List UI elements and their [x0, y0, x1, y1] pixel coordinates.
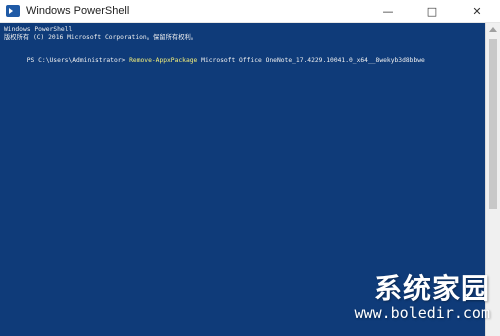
command-prompt: PS C:\Users\Administrator>: [26, 57, 130, 64]
console-copyright-line: 版权所有 (C) 2016 Microsoft Corporation。保留所有…: [4, 34, 198, 41]
scroll-up-icon[interactable]: [489, 27, 497, 32]
window-controls: — □ ✕: [366, 0, 500, 22]
maximize-icon: □: [426, 4, 438, 18]
maximize-button[interactable]: □: [410, 0, 454, 22]
close-button[interactable]: ✕: [454, 0, 500, 22]
close-icon: ✕: [472, 4, 482, 18]
window-title: Windows PowerShell: [26, 5, 130, 17]
minimize-button[interactable]: —: [366, 0, 410, 22]
command-line: PS C:\Users\Administrator> Remove-AppxPa…: [4, 50, 425, 71]
title-bar[interactable]: Windows PowerShell — □ ✕: [0, 0, 500, 23]
command-name: Remove-AppxPackage: [129, 57, 198, 64]
powershell-window: Windows PowerShell — □ ✕ Windows PowerSh…: [0, 0, 500, 336]
command-argument: Microsoft Office OneNote_17.4229.10041.0…: [197, 57, 425, 64]
vertical-scrollbar[interactable]: [485, 23, 500, 336]
console-output[interactable]: Windows PowerShell 版权所有 (C) 2016 Microso…: [0, 23, 486, 336]
console-header-line: Windows PowerShell: [4, 26, 73, 33]
powershell-icon: [6, 5, 20, 17]
scroll-thumb[interactable]: [489, 39, 497, 209]
minimize-icon: —: [382, 4, 394, 18]
